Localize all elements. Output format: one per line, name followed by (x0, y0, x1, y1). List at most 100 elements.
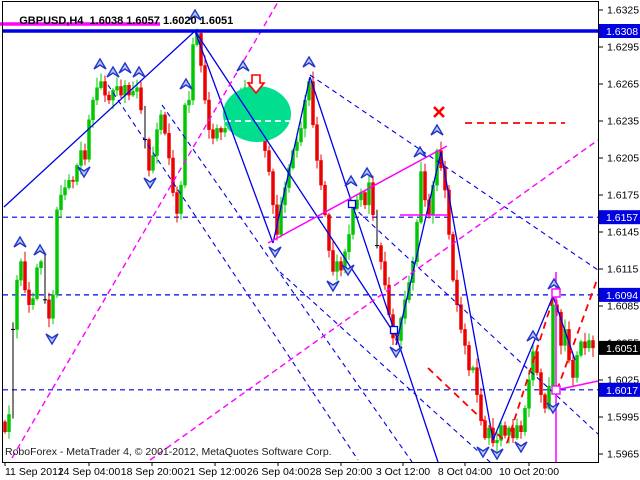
fractal-down-arrow-icon (46, 334, 58, 344)
candle-bull (124, 80, 127, 103)
symbol-timeframe-label: GBPUSD,H4 (19, 15, 83, 27)
price-scale-label: 1.6085 (607, 301, 639, 313)
time-scale-label: 18 Sep 20:00 (121, 466, 184, 478)
fractal-up-arrow-icon (133, 67, 145, 77)
candle-bear (512, 419, 515, 443)
blue-trendline (493, 296, 553, 440)
candle-bull (136, 80, 139, 99)
price-level-badge: 1.6157 (599, 210, 640, 224)
price-scale-label: 1.6175 (607, 190, 639, 202)
mt4-chart-window: 1.63251.62951.62651.62351.62051.61751.61… (0, 0, 640, 480)
fractal-down-arrow-icon (78, 167, 90, 177)
candle-bull (152, 147, 155, 174)
candle-bull (300, 121, 303, 146)
chart-title: GBPUSD,H4 1.6038 1.6057 1.6020 1.6051 (7, 3, 233, 39)
support-resistance-levels (3, 217, 598, 390)
candle-bull (52, 290, 55, 324)
trend-lines-layer (0, 2, 598, 462)
candle-bull (96, 78, 99, 105)
price-scale-label: 1.6265 (607, 79, 639, 91)
candle-bear (164, 112, 167, 135)
fractal-down-arrow-icon (327, 281, 339, 291)
fractal-down-arrow-icon (477, 447, 489, 457)
candle-bull (88, 115, 91, 162)
time-scale-label: 10 Oct 20:00 (499, 466, 559, 478)
candle-bull (116, 77, 119, 96)
chart-border (3, 2, 599, 463)
candle-bull (36, 264, 39, 301)
fractal-up-arrow-icon (548, 279, 560, 289)
candle-bull (20, 259, 23, 286)
candle-bear (268, 146, 271, 176)
candle-bear (43, 253, 47, 304)
candle-bear (320, 154, 323, 190)
fractal-up-arrow-icon (303, 57, 315, 67)
candle-bear (364, 191, 367, 209)
fractal-up-arrow-icon (34, 245, 46, 255)
fractal-up-arrow-icon (94, 59, 106, 69)
price-scale-label: 1.6115 (607, 264, 638, 276)
time-scale-label: 14 Sep 04:00 (58, 466, 121, 478)
blue-trendline (310, 77, 438, 462)
svg-text:1.6051: 1.6051 (606, 343, 638, 355)
candle-bull (64, 180, 67, 200)
copyright-text: RoboForex - MetaTrader 4, © 2001-2012, M… (5, 446, 332, 458)
candle-bear (332, 241, 335, 275)
candle-bear (143, 106, 147, 149)
candle-bull (160, 110, 163, 135)
candle-bear (104, 76, 107, 103)
candle-bear (212, 124, 215, 145)
fractal-down-arrow-icon (515, 442, 527, 452)
candle-bear (220, 126, 223, 140)
candle-bear (316, 117, 319, 169)
fractal-up-arrow-icon (431, 125, 443, 135)
candle-bear (584, 333, 587, 355)
candle-bull (336, 255, 339, 281)
candle-bull (516, 419, 519, 440)
trendline-handle-square (349, 201, 356, 208)
blue-dashed-trendline (108, 85, 358, 460)
red-dashed-line (428, 368, 507, 443)
candle-bull (524, 405, 527, 435)
candle-bear (504, 422, 507, 439)
candle-bear (375, 210, 379, 249)
price-scale-label: 1.6205 (607, 153, 639, 165)
candles-layer (4, 28, 595, 451)
svg-text:1.6017: 1.6017 (606, 385, 638, 397)
candle-bull (56, 207, 59, 298)
chart-canvas[interactable]: 1.63251.62951.62651.62351.62051.61751.61… (0, 0, 640, 480)
time-scale-label: 8 Oct 04:00 (438, 466, 492, 478)
ohlc-values: 1.6038 1.6057 1.6020 1.6051 (90, 15, 234, 27)
fractal-up-arrow-icon (119, 63, 131, 73)
candle-bear (272, 169, 275, 214)
candle-bear (476, 359, 479, 403)
fractal-down-arrow-icon (269, 247, 281, 257)
candle-bear (460, 297, 463, 334)
candle-bear (208, 92, 211, 139)
candle-bull (472, 366, 475, 373)
candle-bull (368, 174, 371, 214)
svg-text:1.6094: 1.6094 (606, 290, 638, 302)
candle-bear (312, 72, 315, 128)
price-scale-label: 1.6295 (607, 42, 639, 54)
fractal-down-arrow-icon (390, 347, 402, 357)
fractal-down-arrow-icon (144, 178, 156, 188)
time-scale-label: 28 Sep 20:00 (310, 466, 373, 478)
candle-bear (484, 416, 487, 440)
candle-bear (464, 323, 467, 354)
candle-bear (372, 176, 375, 221)
time-scale-label: 11 Sep 2012 (5, 466, 64, 478)
candle-bear (544, 393, 547, 414)
blue-dashed-trendline (162, 105, 412, 462)
candle-bull (100, 74, 103, 90)
candle-bull (588, 333, 591, 351)
candle-bull (184, 103, 187, 188)
price-level-badge: 1.6094 (599, 288, 640, 302)
candle-bull (76, 163, 79, 185)
blue-trendline (195, 31, 394, 333)
candle-bear (108, 91, 111, 104)
candle-bear (140, 82, 143, 114)
forecast-anchor-square (552, 386, 560, 394)
price-level-badge: 1.6017 (599, 383, 640, 397)
fractal-up-arrow-icon (107, 67, 119, 77)
